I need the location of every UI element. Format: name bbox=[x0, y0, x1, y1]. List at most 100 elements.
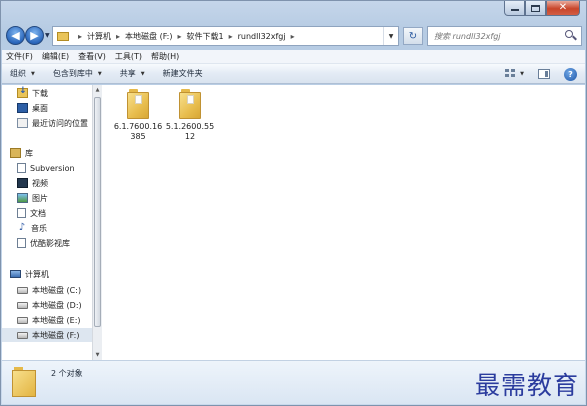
preview-pane-icon[interactable] bbox=[538, 69, 550, 79]
share-button[interactable]: 共享 ▼ bbox=[120, 68, 145, 79]
organize-label: 组织 bbox=[10, 69, 26, 78]
scroll-up-icon[interactable]: ▲ bbox=[93, 85, 102, 95]
nav-label: Subversion bbox=[30, 163, 75, 173]
folder-name: 5.1.2600.5512 bbox=[165, 122, 215, 141]
change-view-icon[interactable] bbox=[505, 69, 517, 79]
toolbar-right: ▼ ? bbox=[505, 66, 577, 82]
command-bar: 组织 ▼ 包含到库中 ▼ 共享 ▼ 新建文件夹 ▼ ? bbox=[2, 64, 585, 84]
nav-item-downloads[interactable]: 下载 bbox=[17, 86, 48, 100]
nav-label: 本地磁盘 (F:) bbox=[32, 330, 80, 340]
maximize-icon bbox=[531, 4, 540, 12]
share-label: 共享 bbox=[119, 69, 136, 78]
nav-item-music[interactable]: ♪ 音乐 bbox=[17, 221, 47, 235]
nav-label: 最近访问的位置 bbox=[32, 118, 88, 128]
maximize-button[interactable] bbox=[525, 1, 546, 16]
refresh-icon: ↻ bbox=[408, 30, 418, 42]
forward-button[interactable]: ▶ bbox=[25, 26, 44, 45]
breadcrumb-software-downloads[interactable]: 软件下载1 bbox=[187, 31, 224, 42]
nav-item-youku-library[interactable]: 优酷影视库 bbox=[17, 236, 70, 250]
nav-label: 本地磁盘 (C:) bbox=[32, 285, 82, 295]
nav-item-pictures[interactable]: 图片 bbox=[17, 191, 48, 205]
menu-help[interactable]: 帮助(H) bbox=[151, 51, 179, 62]
minimize-button[interactable] bbox=[504, 1, 525, 16]
navigation-pane: 下载 桌面 最近访问的位置 库 Subversion 视频 图片 文档 ♪音乐 … bbox=[2, 85, 92, 360]
nav-label: 本地磁盘 (D:) bbox=[32, 300, 82, 310]
nav-item-recent-places[interactable]: 最近访问的位置 bbox=[17, 116, 88, 130]
nav-item-drive-c[interactable]: 本地磁盘 (C:) bbox=[17, 283, 81, 297]
chevron-right-icon[interactable]: ▸ bbox=[291, 32, 295, 41]
folder-icon bbox=[12, 367, 36, 397]
drive-icon bbox=[17, 286, 28, 294]
nav-item-subversion[interactable]: Subversion bbox=[17, 161, 75, 175]
folder-item[interactable]: 6.1.7600.16385 bbox=[112, 89, 164, 142]
caption-buttons: ✕ bbox=[504, 1, 580, 20]
close-button[interactable]: ✕ bbox=[546, 1, 580, 16]
computer-icon bbox=[10, 270, 21, 278]
menu-edit[interactable]: 编辑(E) bbox=[42, 51, 69, 62]
scroll-thumb[interactable] bbox=[94, 97, 101, 327]
folder-name: 6.1.7600.16385 bbox=[113, 122, 163, 141]
nav-item-desktop[interactable]: 桌面 bbox=[17, 101, 48, 115]
menu-view[interactable]: 查看(V) bbox=[78, 51, 106, 62]
minimize-icon bbox=[510, 9, 519, 11]
chevron-right-icon[interactable]: ▸ bbox=[178, 32, 182, 41]
breadcrumb-drive-f[interactable]: 本地磁盘 (F:) bbox=[125, 31, 172, 42]
chevron-down-icon: ▼ bbox=[97, 70, 102, 77]
nav-label: 本地磁盘 (E:) bbox=[32, 315, 81, 325]
new-folder-button[interactable]: 新建文件夹 bbox=[163, 68, 203, 79]
nav-item-videos[interactable]: 视频 bbox=[17, 176, 48, 190]
nav-label: 文档 bbox=[30, 208, 46, 218]
nav-scrollbar[interactable]: ▲ ▼ bbox=[92, 85, 102, 360]
nav-label: 下载 bbox=[32, 88, 48, 98]
nav-item-drive-d[interactable]: 本地磁盘 (D:) bbox=[17, 298, 82, 312]
address-bar[interactable]: ▸ 计算机 ▸ 本地磁盘 (F:) ▸ 软件下载1 ▸ rundll32xfgj… bbox=[52, 26, 399, 46]
folder-icon bbox=[179, 89, 201, 119]
recent-pages-dropdown[interactable]: ▼ bbox=[45, 32, 50, 39]
file-list: 6.1.7600.16385 5.1.2600.5512 bbox=[103, 85, 585, 360]
desktop-icon bbox=[17, 103, 28, 113]
chevron-right-icon[interactable]: ▸ bbox=[78, 32, 82, 41]
nav-label: 图片 bbox=[32, 193, 48, 203]
include-in-library-label: 包含到库中 bbox=[52, 69, 93, 78]
chevron-right-icon[interactable]: ▸ bbox=[229, 32, 233, 41]
chevron-down-icon[interactable]: ▼ bbox=[520, 71, 524, 77]
refresh-button[interactable]: ↻ bbox=[403, 27, 423, 45]
nav-label: 优酷影视库 bbox=[30, 238, 70, 248]
address-dropdown-button[interactable]: ▼ bbox=[383, 27, 398, 45]
item-count: 2 个对象 bbox=[51, 369, 83, 378]
folder-icon bbox=[57, 31, 69, 41]
nav-label: 音乐 bbox=[31, 223, 47, 233]
recent-places-icon bbox=[17, 118, 28, 128]
library-icon bbox=[10, 148, 21, 158]
nav-item-drive-e[interactable]: 本地磁盘 (E:) bbox=[17, 313, 81, 327]
menu-tools[interactable]: 工具(T) bbox=[115, 51, 142, 62]
chevron-right-icon[interactable]: ▸ bbox=[116, 32, 120, 41]
help-icon[interactable]: ? bbox=[564, 67, 577, 81]
forward-arrow-icon: ▶ bbox=[30, 29, 39, 42]
back-button[interactable]: ◀ bbox=[6, 26, 25, 45]
nav-item-computer[interactable]: 计算机 bbox=[10, 267, 49, 281]
drive-icon bbox=[17, 316, 28, 324]
nav-item-documents[interactable]: 文档 bbox=[17, 206, 46, 220]
organize-button[interactable]: 组织 ▼ bbox=[10, 68, 35, 79]
search-icon[interactable] bbox=[564, 29, 578, 43]
nav-item-libraries[interactable]: 库 bbox=[10, 146, 33, 160]
nav-label: 计算机 bbox=[25, 269, 49, 279]
nav-item-drive-f[interactable]: 本地磁盘 (F:) bbox=[2, 328, 92, 342]
folder-item[interactable]: 5.1.2600.5512 bbox=[164, 89, 216, 142]
include-in-library-button[interactable]: 包含到库中 ▼ bbox=[53, 68, 102, 79]
search-box[interactable] bbox=[427, 26, 582, 46]
menu-file[interactable]: 文件(F) bbox=[6, 51, 33, 62]
search-input[interactable] bbox=[434, 31, 564, 41]
drive-icon bbox=[17, 301, 28, 309]
back-arrow-icon: ◀ bbox=[11, 29, 20, 42]
scroll-down-icon[interactable]: ▼ bbox=[93, 350, 102, 360]
nav-label: 桌面 bbox=[32, 103, 48, 113]
menu-bar: 文件(F) 编辑(E) 查看(V) 工具(T) 帮助(H) bbox=[2, 50, 585, 64]
breadcrumb-computer[interactable]: 计算机 bbox=[87, 31, 111, 42]
watermark-logo: 最需教育 bbox=[474, 371, 579, 400]
nav-label: 库 bbox=[25, 148, 33, 158]
music-icon: ♪ bbox=[18, 222, 26, 233]
video-icon bbox=[17, 178, 28, 188]
breadcrumb-current-folder[interactable]: rundll32xfgj bbox=[238, 32, 286, 41]
